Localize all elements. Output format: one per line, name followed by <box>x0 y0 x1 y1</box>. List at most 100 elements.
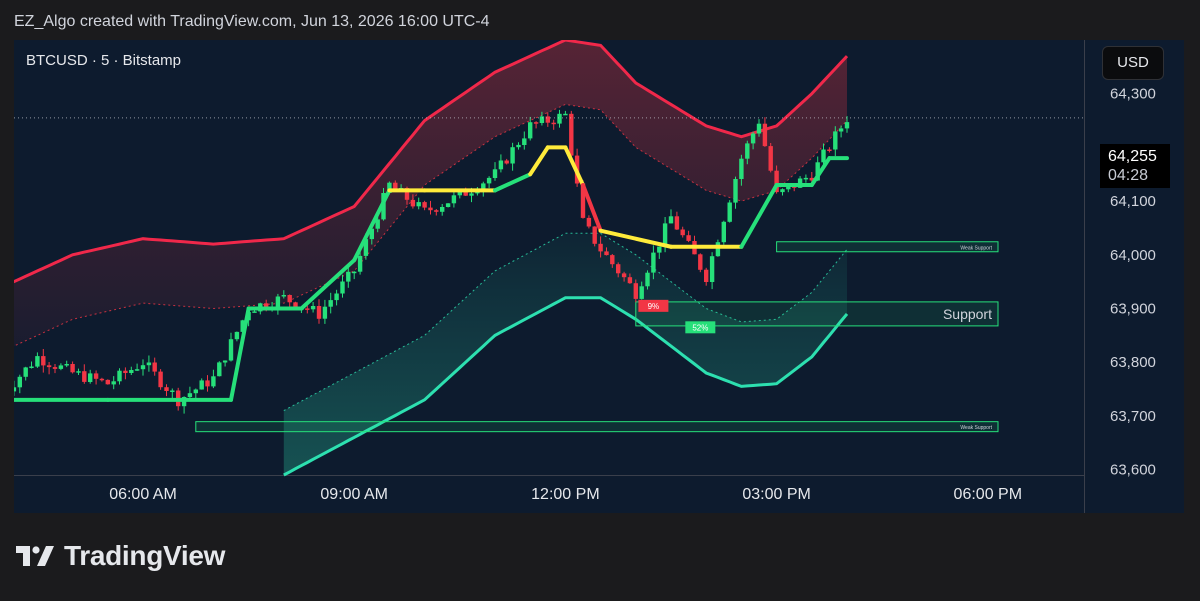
candle-body <box>510 147 515 164</box>
candle-body <box>416 202 421 207</box>
candle-body <box>592 226 597 244</box>
support-zone <box>195 421 999 433</box>
candle-body <box>275 296 281 308</box>
candle-body <box>23 367 28 377</box>
candle-body <box>170 390 175 392</box>
candle-body <box>393 182 398 190</box>
candle-body <box>563 113 568 116</box>
candle-body <box>545 116 550 123</box>
candle-body <box>88 373 93 382</box>
candle-body <box>440 207 445 212</box>
candle-body <box>780 189 785 193</box>
candle-body <box>146 362 152 366</box>
candle-body <box>357 255 363 272</box>
trend-line-segment <box>229 306 251 402</box>
last-price-value: 64,255 <box>1108 148 1157 165</box>
candle-body <box>651 252 656 273</box>
candle-body <box>645 272 650 287</box>
candle-body <box>228 339 234 361</box>
candle-body <box>750 133 756 144</box>
chart-attribution: EZ_Algo created with TradingView.com, Ju… <box>14 13 490 30</box>
candle-body <box>469 193 474 196</box>
x-tick-label: 03:00 PM <box>742 486 810 503</box>
candle-body <box>123 370 128 373</box>
candle-body <box>35 356 40 367</box>
annotation-text: 9% <box>648 302 660 311</box>
candle-body <box>252 311 257 313</box>
candle-body <box>410 199 416 207</box>
trend-line-segment <box>581 183 603 233</box>
last-price-badge: 64,255 04:28 <box>1100 144 1170 188</box>
candle-body <box>93 373 99 379</box>
candle-body <box>838 128 844 132</box>
currency-button[interactable]: USD <box>1102 46 1164 80</box>
candle-body <box>70 364 75 373</box>
x-tick-label: 06:00 PM <box>954 486 1022 503</box>
candle-body <box>310 306 316 310</box>
candle-body <box>105 379 110 385</box>
candle-body <box>445 203 451 207</box>
candle-body <box>557 113 562 124</box>
tradingview-logo[interactable]: TradingView <box>16 540 225 572</box>
y-tick-label: 63,700 <box>1110 408 1156 425</box>
candle-body <box>193 389 198 394</box>
candle-body <box>674 216 680 230</box>
candle-body <box>187 393 193 397</box>
candle-body <box>222 360 228 363</box>
candle-body <box>287 295 292 303</box>
trend-line-segment <box>528 145 550 177</box>
candle-body <box>29 366 34 368</box>
candle-body <box>733 179 738 203</box>
price-chart[interactable]: Support Weak Support Weak Support 9% 52% 64,3… <box>14 40 1184 513</box>
candle-body <box>422 202 427 208</box>
candle-body <box>533 122 539 124</box>
y-tick-label: 64,300 <box>1110 86 1156 103</box>
y-tick-label: 64,100 <box>1110 193 1156 210</box>
candle-body <box>14 387 17 392</box>
lower-band-fill <box>283 233 847 475</box>
candle-body <box>668 216 674 224</box>
trend-line-segment <box>809 156 832 187</box>
candle-body <box>76 371 81 373</box>
candle-body <box>639 286 644 299</box>
x-tick-label: 12:00 PM <box>531 486 599 503</box>
candle-body <box>352 271 357 274</box>
candle-body <box>451 195 457 204</box>
trend-line-segment <box>493 172 533 193</box>
candle-body <box>492 169 498 178</box>
candle-body <box>486 177 492 184</box>
x-tick-label: 09:00 AM <box>320 486 388 503</box>
candle-body <box>346 271 351 282</box>
candle-body <box>627 277 633 284</box>
candle-body <box>709 256 715 282</box>
candle-body <box>745 143 750 159</box>
candle-body <box>134 369 140 371</box>
candle-body <box>715 242 721 257</box>
candle-body <box>434 210 439 212</box>
candle-body <box>821 149 826 163</box>
candle-body <box>99 378 105 381</box>
candle-body <box>46 365 52 368</box>
candle-body <box>569 113 574 156</box>
candle-body <box>164 387 169 391</box>
candle-body <box>762 123 768 147</box>
chart-pane[interactable]: Support Weak Support Weak Support 9% 52% 64,3… <box>14 40 1184 513</box>
support-label: Support <box>943 306 992 322</box>
candle-body <box>768 146 773 171</box>
candle-body <box>234 331 240 340</box>
candle-body <box>41 356 46 366</box>
candle-body <box>117 370 122 382</box>
candle-body <box>158 371 163 388</box>
candle-body <box>756 123 762 134</box>
candle-body <box>305 308 310 310</box>
candle-body <box>498 160 504 170</box>
candle-body <box>199 380 204 390</box>
symbol-label[interactable]: BTCUSD · 5 · Bitstamp <box>26 52 181 69</box>
annotation-text: 52% <box>692 323 708 332</box>
candle-body <box>522 138 527 145</box>
candle-body <box>539 116 545 123</box>
candle-body <box>551 122 556 125</box>
candle-body <box>17 376 22 388</box>
candle-body <box>721 221 726 243</box>
candle-body <box>322 306 328 319</box>
